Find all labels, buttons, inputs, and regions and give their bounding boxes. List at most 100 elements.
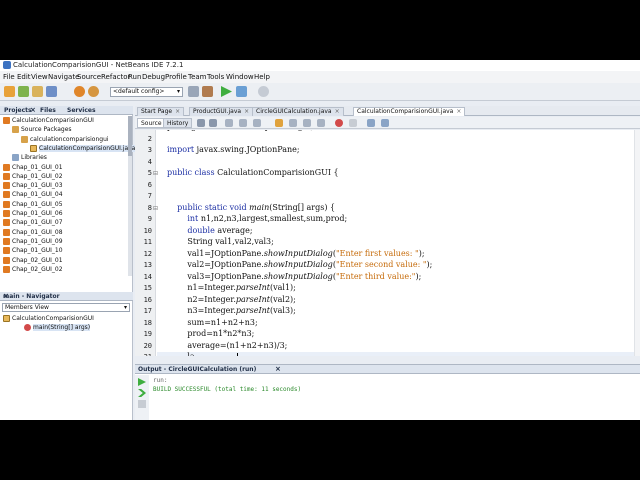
code-line: import javax.swing.JOptionPane;: [167, 145, 300, 154]
code-token: public class: [167, 168, 218, 177]
shift-right-icon[interactable]: [303, 119, 311, 127]
history-tab[interactable]: History: [163, 118, 193, 128]
close-icon[interactable]: ×: [3, 292, 130, 300]
code-token: val1=JOptionPane.: [167, 248, 264, 258]
menu-view[interactable]: View: [31, 73, 48, 81]
code-line: val2=JOptionPane.showInputDialog("Enter …: [167, 260, 432, 269]
configuration-select[interactable]: <default config> ▾: [110, 87, 183, 97]
find-icon[interactable]: [225, 119, 233, 127]
open-project-icon[interactable]: [32, 86, 43, 97]
tab-files[interactable]: Files: [40, 107, 56, 114]
start-macro-icon[interactable]: [335, 119, 343, 127]
tree-item[interactable]: Chap_01_GUI_07: [3, 218, 63, 227]
clean-build-icon[interactable]: [202, 86, 213, 97]
close-icon[interactable]: ×: [175, 108, 180, 115]
close-icon[interactable]: ×: [244, 108, 249, 115]
tree-item[interactable]: Chap_01_GUI_02: [3, 172, 63, 181]
close-icon[interactable]: ×: [456, 108, 461, 115]
source-tab[interactable]: Source: [137, 118, 166, 128]
stop-macro-icon[interactable]: [349, 119, 357, 127]
chevron-down-icon: ▾: [176, 88, 180, 95]
code-editor[interactable]: 2 3 4 5 6 7 8 9 10 11 12 13 14 15 16 17 18 19 20 21 ⊟ ⊟ packa…: [135, 130, 640, 356]
tree-item[interactable]: Chap_01_GUI_06: [3, 209, 63, 218]
tree-item[interactable]: Source Packages: [12, 125, 72, 134]
tree-item[interactable]: Chap_01_GUI_05: [3, 200, 63, 209]
redo-icon[interactable]: [88, 86, 99, 97]
tab-projects[interactable]: Projects: [4, 107, 32, 114]
comment-icon[interactable]: [317, 119, 325, 127]
fold-toggle-icon[interactable]: ⊟: [153, 170, 158, 177]
code-line: average=(n1+n2+n3)/3;: [167, 341, 287, 350]
editor-tab[interactable]: Start Page ×: [137, 107, 185, 116]
hammer-icon[interactable]: [188, 86, 199, 97]
rerun-icon[interactable]: [138, 378, 146, 386]
menu-debug[interactable]: Debug: [142, 73, 165, 81]
save-all-icon[interactable]: [46, 86, 57, 97]
tree-item[interactable]: Chap_01_GUI_01: [3, 163, 63, 172]
current-line-highlight: [157, 352, 640, 356]
netbeans-icon: [3, 61, 11, 69]
close-icon[interactable]: ×: [275, 365, 281, 373]
forward-icon[interactable]: [209, 119, 217, 127]
navigator-item-main[interactable]: main(String[] args): [24, 323, 91, 332]
menu-file[interactable]: File: [3, 73, 15, 81]
tree-item[interactable]: CalculationComparisionGUI: [3, 116, 94, 125]
editor-tab-label: CircleGUICalculation.java: [256, 108, 332, 115]
project-icon: [3, 256, 10, 264]
tree-item[interactable]: Chap_01_GUI_10: [3, 246, 63, 255]
code-token: showInputDialog: [263, 248, 333, 258]
editor-tab[interactable]: ProductGUI.java ×: [189, 107, 254, 116]
tree-item[interactable]: Chap_01_GUI_08: [3, 228, 63, 237]
navigator-item-class[interactable]: CalculationComparisionGUI: [3, 314, 94, 323]
tree-item[interactable]: Chap_01_GUI_04: [3, 190, 63, 199]
tree-item[interactable]: Chap_01_GUI_09: [3, 237, 63, 246]
editor-tab[interactable]: CircleGUICalculation.java ×: [252, 107, 344, 116]
rerun-with-options-icon[interactable]: [138, 389, 146, 397]
members-view-select[interactable]: Members View ▾: [2, 303, 130, 312]
menu-run[interactable]: Run: [128, 73, 141, 81]
back-icon[interactable]: [197, 119, 205, 127]
close-icon[interactable]: ×: [335, 108, 340, 115]
fold-toggle-icon[interactable]: ⊟: [153, 205, 158, 212]
new-project-icon[interactable]: [4, 86, 15, 97]
scrollbar-thumb[interactable]: [128, 116, 132, 156]
output-panel: Output - CircleGUICalculation (run) × ru…: [135, 364, 640, 420]
tree-item[interactable]: Chap_02_GUI_02: [3, 265, 63, 274]
run-icon[interactable]: [221, 86, 232, 97]
new-file-icon[interactable]: [18, 86, 29, 97]
editor-tab[interactable]: CalculationComparisionGUI.java ×: [353, 107, 466, 116]
tree-item[interactable]: calculationcomparisiongui: [21, 135, 109, 144]
menu-refactor[interactable]: Refactor: [101, 73, 130, 81]
menu-edit[interactable]: Edit: [17, 73, 31, 81]
previous-error-icon[interactable]: [367, 119, 375, 127]
menu-team[interactable]: Team: [188, 73, 207, 81]
undo-icon[interactable]: [74, 86, 85, 97]
find-previous-icon[interactable]: [239, 119, 247, 127]
menu-help[interactable]: Help: [254, 73, 270, 81]
projects-scrollbar[interactable]: [128, 116, 132, 276]
debug-icon[interactable]: [236, 86, 247, 97]
tree-item[interactable]: Libraries: [12, 153, 47, 162]
next-error-icon[interactable]: [381, 119, 389, 127]
line-number: 3: [147, 146, 152, 154]
menu-tools[interactable]: Tools: [207, 73, 224, 81]
toggle-bookmark-icon[interactable]: [275, 119, 283, 127]
stop-icon[interactable]: [138, 400, 146, 408]
shift-left-icon[interactable]: [289, 119, 297, 127]
tree-item[interactable]: CalculationComparisionGUI.java: [30, 144, 136, 153]
menu-window[interactable]: Window: [226, 73, 254, 81]
tab-services[interactable]: Services: [67, 107, 96, 114]
tree-item[interactable]: Chap_01_GUI_03: [3, 181, 63, 190]
menu-source[interactable]: Source: [77, 73, 101, 81]
code-token: showInputDialog: [263, 271, 333, 281]
profile-icon[interactable]: [258, 86, 269, 97]
menu-navigate[interactable]: Navigate: [48, 73, 79, 81]
code-token: );: [418, 248, 425, 258]
project-icon: [3, 182, 10, 190]
line-number: 5: [147, 169, 152, 177]
close-icon[interactable]: ×: [30, 106, 36, 114]
code-token: (val2);: [270, 294, 296, 304]
find-next-icon[interactable]: [253, 119, 261, 127]
menu-profile[interactable]: Profile: [165, 73, 187, 81]
tree-item[interactable]: Chap_02_GUI_01: [3, 256, 63, 265]
